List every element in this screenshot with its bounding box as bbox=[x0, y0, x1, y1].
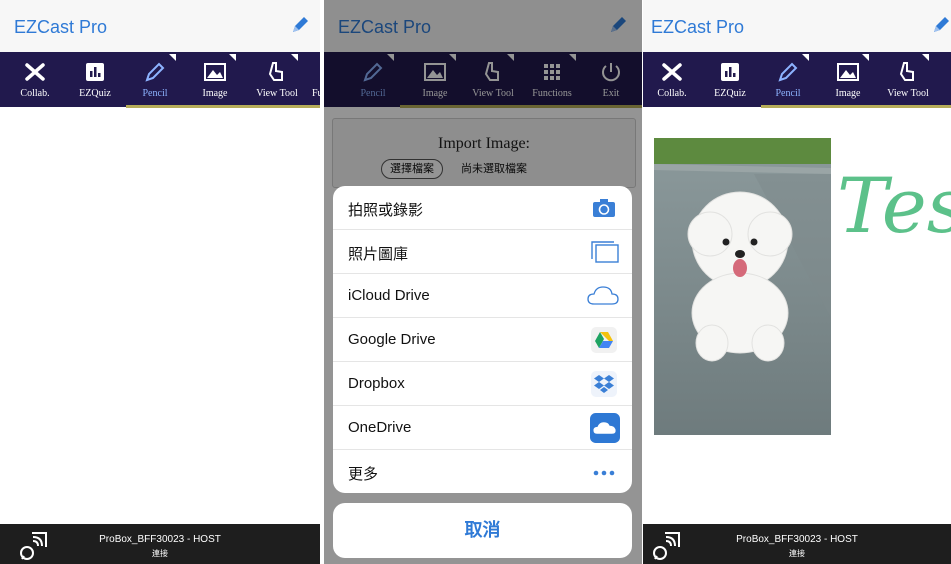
image-icon bbox=[837, 63, 859, 81]
tool-label: Pencil bbox=[775, 88, 801, 99]
cancel-button[interactable]: 取消 bbox=[333, 503, 632, 558]
image-icon bbox=[204, 63, 226, 81]
handwritten-text: Test bbox=[837, 161, 951, 250]
app-title: EZCast Pro bbox=[14, 17, 108, 37]
camera-icon bbox=[593, 199, 615, 217]
google-drive-icon bbox=[591, 327, 617, 353]
ezquiz-icon bbox=[86, 63, 104, 81]
sheet-item-photo-library[interactable]: 照片圖庫 bbox=[333, 230, 632, 274]
tool-collab[interactable]: Collab. bbox=[6, 52, 64, 107]
sheet-item-label: iCloud Drive bbox=[348, 287, 430, 304]
device-name: ProBox_BFF30023 - HOST bbox=[99, 534, 221, 545]
sheet-item-more[interactable]: 更多 bbox=[333, 450, 632, 493]
submenu-indicator bbox=[291, 54, 298, 61]
screen-2-import-image: EZCast Pro Pencil Image View Tool Functi… bbox=[324, 0, 642, 564]
tool-pencil[interactable]: Pencil bbox=[759, 52, 817, 107]
sheet-item-camera[interactable]: 拍照或錄影 bbox=[333, 186, 632, 230]
status-bar: ProBox_BFF30023 - HOST 連接 bbox=[643, 524, 951, 564]
tool-toolbar: Collab. EZQuiz Pencil Image View Tool Fu bbox=[0, 52, 320, 107]
sheet-item-label: 拍照或錄影 bbox=[348, 202, 424, 219]
sheet-item-dropbox[interactable]: Dropbox bbox=[333, 362, 632, 406]
sheet-item-label: Dropbox bbox=[348, 375, 405, 392]
screen-1-whiteboard: EZCast Pro Collab. EZQuiz Pencil Image V… bbox=[0, 0, 320, 564]
inserted-photo[interactable] bbox=[654, 138, 831, 435]
sheet-item-google-drive[interactable]: Google Drive bbox=[333, 318, 632, 362]
tool-image[interactable]: Image bbox=[186, 52, 244, 107]
device-name: ProBox_BFF30023 - HOST bbox=[736, 534, 858, 545]
drawing-canvas[interactable] bbox=[0, 108, 320, 524]
submenu-indicator bbox=[922, 54, 929, 61]
submenu-indicator bbox=[229, 54, 236, 61]
sheet-item-label: 照片圖庫 bbox=[348, 246, 409, 263]
app-header: EZCast Pro bbox=[643, 0, 951, 53]
app-title: EZCast Pro bbox=[651, 17, 745, 37]
ezquiz-icon bbox=[721, 63, 739, 81]
dog-photo bbox=[654, 138, 831, 435]
pencil-icon[interactable] bbox=[288, 13, 312, 37]
tool-label: Image bbox=[835, 88, 861, 99]
photo-library-icon bbox=[591, 241, 619, 263]
tool-label: Pencil bbox=[142, 88, 168, 99]
submenu-indicator bbox=[802, 54, 809, 61]
sheet-item-label: 更多 bbox=[348, 466, 379, 483]
drawing-canvas[interactable]: Test bbox=[643, 108, 951, 524]
tool-view[interactable]: View Tool bbox=[879, 52, 937, 107]
sheet-item-onedrive[interactable]: OneDrive bbox=[333, 406, 632, 450]
submenu-indicator bbox=[169, 54, 176, 61]
onedrive-icon bbox=[590, 413, 620, 443]
tool-label: View Tool bbox=[887, 88, 929, 99]
screen-3-whiteboard-with-image: EZCast Pro Collab. EZQuiz Pencil Image V… bbox=[643, 0, 951, 564]
tool-ezquiz[interactable]: EZQuiz bbox=[701, 52, 759, 107]
pencil-icon bbox=[145, 62, 165, 82]
dropbox-icon bbox=[591, 371, 617, 397]
icloud-icon bbox=[587, 286, 619, 305]
tool-label: Collab. bbox=[657, 88, 687, 99]
tool-label: Fu bbox=[312, 88, 320, 99]
collab-icon bbox=[25, 63, 45, 81]
sheet-item-label: OneDrive bbox=[348, 419, 412, 436]
more-icon bbox=[593, 470, 615, 476]
collab-icon bbox=[662, 63, 682, 81]
tool-label: View Tool bbox=[256, 88, 298, 99]
app-header: EZCast Pro bbox=[0, 0, 320, 53]
connection-status: 連接 bbox=[789, 549, 805, 558]
tool-ezquiz[interactable]: EZQuiz bbox=[66, 52, 124, 107]
tool-view[interactable]: View Tool bbox=[248, 52, 306, 107]
tool-label: EZQuiz bbox=[79, 88, 111, 99]
view-tool-icon bbox=[268, 62, 283, 81]
sheet-item-icloud[interactable]: iCloud Drive bbox=[333, 274, 632, 318]
tool-pencil[interactable]: Pencil bbox=[126, 52, 184, 107]
tool-toolbar: Collab. EZQuiz Pencil Image View Tool bbox=[643, 52, 951, 107]
pencil-icon bbox=[778, 62, 798, 82]
tool-collab[interactable]: Collab. bbox=[643, 52, 701, 107]
tool-label: Collab. bbox=[20, 88, 50, 99]
connection-status: 連接 bbox=[152, 549, 168, 558]
view-tool-icon bbox=[899, 62, 914, 81]
handwriting-stroke: Test bbox=[837, 161, 951, 250]
tool-image[interactable]: Image bbox=[819, 52, 877, 107]
status-bar: ProBox_BFF30023 - HOST 連接 bbox=[0, 524, 320, 564]
tool-functions-partial[interactable]: Fu bbox=[300, 52, 320, 107]
pencil-icon[interactable] bbox=[929, 13, 951, 37]
submenu-indicator bbox=[862, 54, 869, 61]
tool-label: EZQuiz bbox=[714, 88, 746, 99]
action-sheet: 拍照或錄影 照片圖庫 iCloud Drive Google Drive Dro… bbox=[333, 186, 632, 493]
sheet-item-label: Google Drive bbox=[348, 331, 436, 348]
tool-label: Image bbox=[202, 88, 228, 99]
